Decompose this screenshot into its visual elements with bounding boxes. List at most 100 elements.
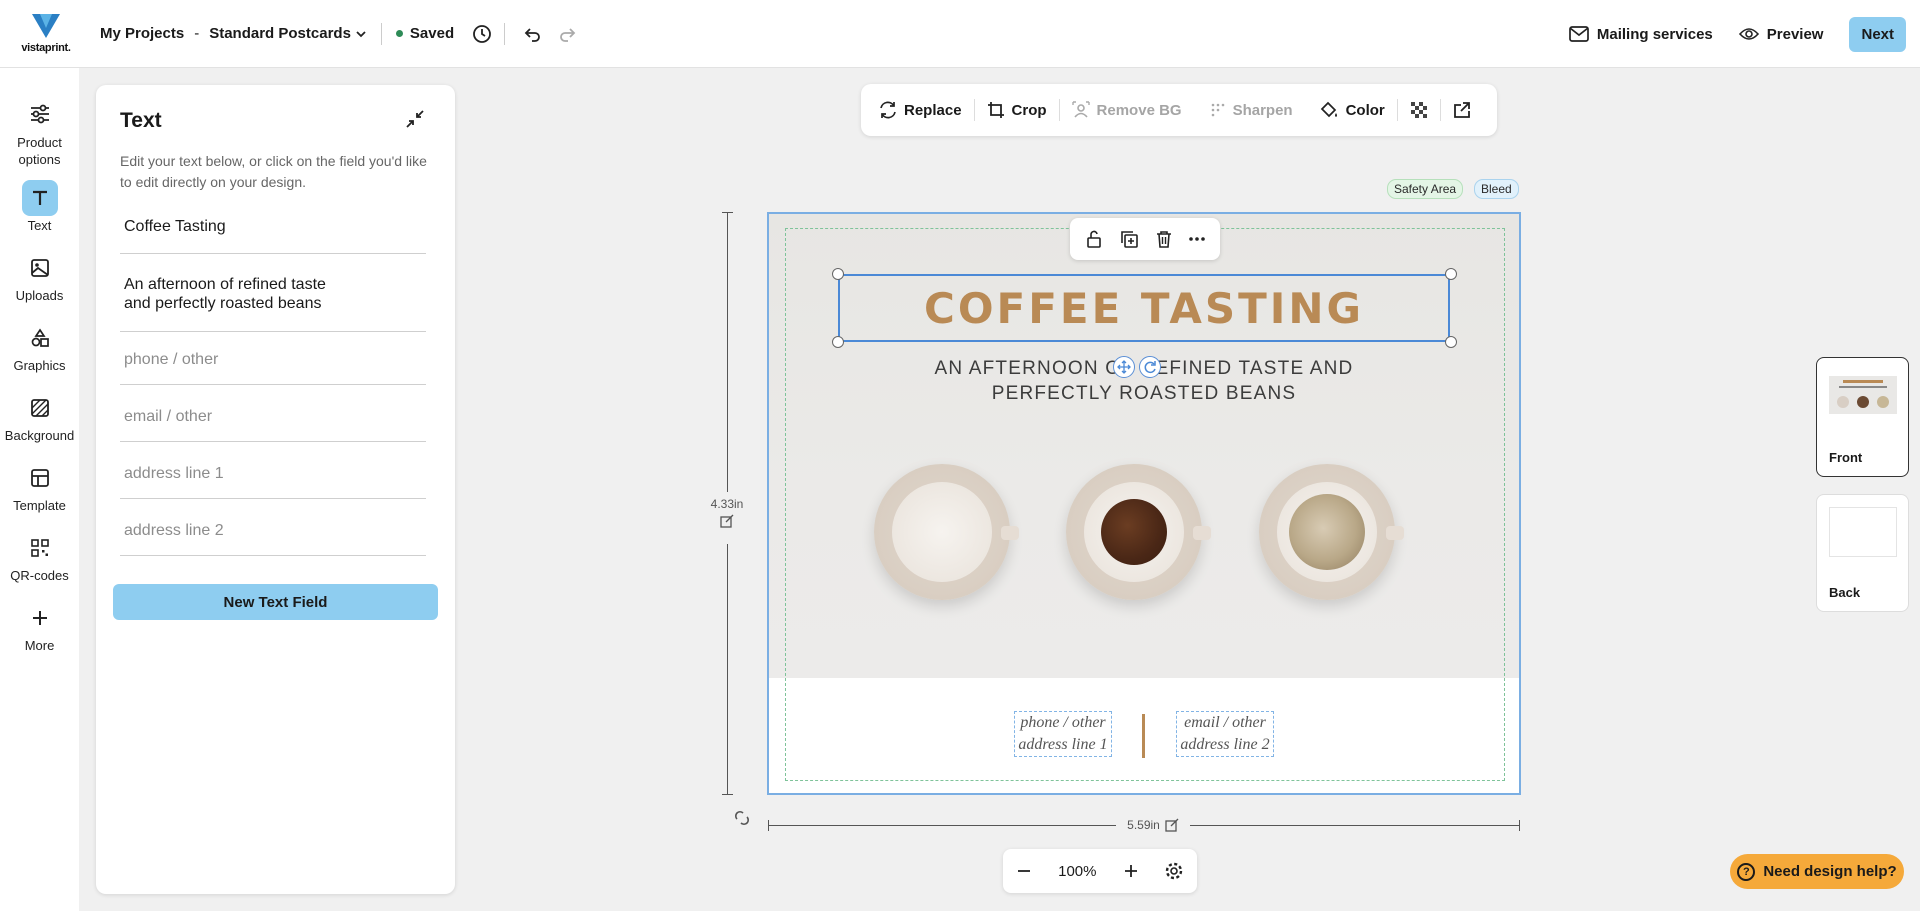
design-address-1: address line 1 xyxy=(1018,736,1108,753)
remove-bg-icon xyxy=(1071,101,1090,118)
preview-label: Preview xyxy=(1766,25,1824,43)
divider xyxy=(504,22,506,45)
question-icon: ? xyxy=(1737,862,1756,881)
contact-divider xyxy=(1142,714,1145,758)
text-field-subtitle[interactable]: An afternoon of refined taste and perfec… xyxy=(120,274,426,332)
settings-icon[interactable] xyxy=(1165,862,1183,880)
mailing-services-link[interactable]: Mailing services xyxy=(1569,26,1713,43)
zoom-in-icon[interactable] xyxy=(1124,864,1138,878)
design-help-label: Need design help? xyxy=(1763,863,1897,880)
sharpen-icon xyxy=(1211,103,1224,117)
rotate-icon[interactable] xyxy=(1139,356,1161,378)
panel-help-text: Edit your text below, or click on the fi… xyxy=(120,153,427,190)
safety-area-tag[interactable]: Safety Area xyxy=(1387,179,1464,199)
collapse-icon[interactable] xyxy=(403,107,427,131)
text-field-email[interactable]: email / other xyxy=(120,408,426,442)
page-thumb-back[interactable]: Back xyxy=(1816,494,1909,612)
bleed-tag[interactable]: Bleed xyxy=(1474,179,1519,199)
mailing-services-label: Mailing services xyxy=(1596,25,1713,43)
edit-size-icon xyxy=(1165,818,1179,832)
rail-item-template[interactable]: Template xyxy=(0,460,79,513)
element-actions-bar xyxy=(1070,218,1220,260)
color-button[interactable]: Color xyxy=(1319,101,1385,119)
background-icon xyxy=(22,390,58,426)
design-phone: phone / other xyxy=(1020,714,1106,731)
design-email: email / other xyxy=(1184,714,1266,731)
sharpen-button[interactable]: Sharpen xyxy=(1210,102,1293,119)
preview-button[interactable]: Preview xyxy=(1738,25,1824,43)
element-controls xyxy=(1113,356,1161,378)
replace-button[interactable]: Replace xyxy=(879,101,962,119)
text-field-address-2[interactable]: address line 2 xyxy=(120,522,426,556)
zoom-level[interactable]: 100% xyxy=(1058,863,1096,880)
divider xyxy=(1439,99,1441,121)
design-title: COFFEE TASTING xyxy=(924,283,1364,333)
history-icon[interactable] xyxy=(470,22,494,46)
rail-item-uploads[interactable]: Uploads xyxy=(0,250,79,303)
more-options-icon[interactable] xyxy=(1189,237,1206,241)
page-label-back: Back xyxy=(1829,585,1861,600)
next-button[interactable]: Next xyxy=(1849,16,1906,52)
paint-bucket-icon xyxy=(1320,101,1337,118)
duplicate-icon[interactable] xyxy=(1120,230,1139,248)
resize-handle[interactable] xyxy=(1445,336,1457,348)
move-icon[interactable] xyxy=(1113,356,1135,378)
page-thumb-front[interactable]: Front xyxy=(1816,357,1909,477)
rail-label: Template xyxy=(13,498,66,513)
eye-icon xyxy=(1738,28,1759,40)
divider xyxy=(1396,99,1398,121)
page-label-front: Front xyxy=(1829,450,1863,465)
redo-icon[interactable] xyxy=(555,22,579,46)
rail-item-background[interactable]: Background xyxy=(0,390,79,443)
resize-handle[interactable] xyxy=(1445,268,1457,280)
rail-label: QR-codes xyxy=(10,568,69,583)
contact-block-right[interactable]: email / other address line 2 xyxy=(1176,711,1274,757)
image-icon xyxy=(22,250,58,286)
remove-bg-button[interactable]: Remove BG xyxy=(1071,101,1182,119)
text-field-title[interactable]: Coffee Tasting xyxy=(120,218,426,254)
product-dropdown[interactable]: Standard Postcards xyxy=(209,25,367,42)
height-value: 4.33in xyxy=(710,497,744,511)
height-label[interactable]: 4.33in xyxy=(700,492,754,544)
rail-item-more[interactable]: More xyxy=(0,600,79,653)
undo-icon[interactable] xyxy=(521,22,545,46)
transparency-icon[interactable] xyxy=(1410,101,1428,119)
remove-bg-label: Remove BG xyxy=(1096,101,1182,119)
width-value: 5.59in xyxy=(1127,818,1160,832)
logo-text: vistaprint. xyxy=(21,41,71,54)
rail-item-graphics[interactable]: Graphics xyxy=(0,320,79,373)
selected-title-textbox[interactable]: COFFEE TASTING xyxy=(838,274,1450,342)
plus-icon xyxy=(22,600,58,636)
text-icon xyxy=(21,180,58,216)
link-dimensions-icon[interactable] xyxy=(733,809,751,832)
rail-item-text[interactable]: Text xyxy=(0,180,79,233)
zoom-out-icon[interactable] xyxy=(1017,864,1031,878)
new-text-field-button[interactable]: New Text Field xyxy=(113,584,438,620)
text-field-phone[interactable]: phone / other xyxy=(120,351,426,385)
design-help-button[interactable]: ? Need design help? xyxy=(1730,854,1904,889)
unlock-icon[interactable] xyxy=(1085,230,1103,248)
breadcrumb-my-projects[interactable]: My Projects xyxy=(100,25,184,42)
contact-block-left[interactable]: phone / other address line 1 xyxy=(1014,711,1112,757)
product-name: Standard Postcards xyxy=(209,25,351,42)
trash-icon[interactable] xyxy=(1156,230,1172,248)
share-icon[interactable] xyxy=(1453,101,1471,119)
rail-label: Background xyxy=(4,428,75,443)
subtitle-line: PERFECTLY ROASTED BEANS xyxy=(991,383,1297,404)
vistaprint-logo[interactable]: vistaprint. xyxy=(12,0,80,68)
logo-mark-icon xyxy=(32,13,60,38)
resize-handle[interactable] xyxy=(832,336,844,348)
resize-handle[interactable] xyxy=(832,268,844,280)
edit-size-icon xyxy=(720,514,734,528)
qr-icon xyxy=(22,530,58,566)
design-address-2: address line 2 xyxy=(1180,736,1270,753)
crop-button[interactable]: Crop xyxy=(987,101,1047,119)
rail-item-qr-codes[interactable]: QR-codes xyxy=(0,530,79,583)
design-canvas[interactable]: COFFEE TASTING AN AFTERNOON OF REFINED T… xyxy=(767,212,1521,795)
replace-icon xyxy=(880,101,896,119)
divider xyxy=(380,22,382,45)
divider xyxy=(1058,99,1060,121)
rail-item-product-options[interactable]: Product options xyxy=(0,96,79,168)
width-label[interactable]: 5.59in xyxy=(1116,815,1190,835)
text-field-address-1[interactable]: address line 1 xyxy=(120,465,426,499)
